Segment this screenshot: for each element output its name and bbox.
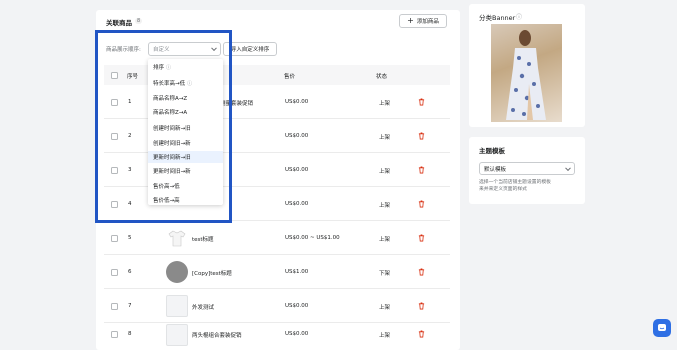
product-status: 上架: [379, 333, 391, 339]
row-index: 7: [128, 303, 132, 309]
dress-photo: [506, 30, 546, 120]
product-name[interactable]: 两头棍组合套装促销: [192, 331, 242, 339]
product-price: US$0.00 ~ US$1.00: [285, 235, 340, 241]
product-name[interactable]: test标题: [192, 235, 214, 243]
delete-icon[interactable]: [418, 302, 425, 310]
table-row: 7 外发测试 US$0.00 上架: [104, 290, 450, 323]
product-status: 上架: [379, 101, 391, 107]
add-product-button[interactable]: + 添加商品: [399, 14, 447, 28]
product-status: 上架: [379, 237, 391, 243]
import-custom-sort-label: 导入自定义排序: [230, 47, 270, 53]
row-index: 5: [128, 235, 132, 241]
delete-icon[interactable]: [418, 234, 425, 242]
annotation-highlight-box: [95, 30, 232, 223]
delete-icon[interactable]: [418, 268, 425, 276]
delete-icon[interactable]: [418, 330, 425, 338]
column-status: 状态: [376, 74, 388, 80]
theme-title: 主题模板: [479, 147, 505, 155]
product-thumbnail: [166, 261, 188, 283]
chat-support-button[interactable]: [653, 319, 671, 337]
table-row: 5 test标题 US$0.00 ~ US$1.00 上架: [104, 222, 450, 255]
theme-select-value: 默认模板: [484, 166, 507, 173]
panel-title: 关联商品: [106, 19, 132, 27]
delete-icon[interactable]: [418, 200, 425, 208]
delete-icon[interactable]: [418, 98, 425, 106]
delete-icon[interactable]: [418, 132, 425, 140]
row-checkbox[interactable]: [111, 235, 118, 242]
product-price: US$0.00: [285, 331, 309, 337]
banner-title: 分类Banner: [479, 14, 516, 22]
table-row: 6 [Copy]test标题 US$1.00 下架: [104, 256, 450, 289]
product-price: US$0.00: [285, 133, 309, 139]
row-checkbox[interactable]: [111, 331, 118, 338]
theme-hint-line2: 来并来定义页面的样式: [479, 187, 527, 192]
banner-image[interactable]: [491, 24, 562, 122]
delete-icon[interactable]: [418, 166, 425, 174]
help-icon: ⓘ: [516, 14, 523, 21]
product-price: US$0.00: [285, 201, 309, 207]
column-price: 售价: [284, 74, 296, 80]
product-price: US$0.00: [285, 99, 309, 105]
product-status: 上架: [379, 169, 391, 175]
row-index: 6: [128, 269, 132, 275]
add-product-label: 添加商品: [416, 19, 439, 25]
product-status: 下架: [379, 271, 391, 277]
product-status: 上架: [379, 135, 391, 141]
chat-icon: [658, 324, 666, 331]
tshirt-thumbnail: [166, 227, 188, 249]
product-price: US$1.00: [285, 269, 309, 275]
product-status: 上架: [379, 305, 391, 311]
product-name[interactable]: 外发测试: [192, 303, 214, 311]
theme-hint-line1: 选择一个当前店铺主题设置的模板: [479, 180, 551, 185]
product-name[interactable]: [Copy]test标题: [192, 269, 232, 277]
theme-template-select[interactable]: 默认模板: [479, 162, 575, 175]
row-checkbox[interactable]: [111, 269, 118, 276]
product-count-badge: 8: [135, 18, 143, 24]
product-status: 上架: [379, 203, 391, 209]
table-row: 8 两头棍组合套装促销 US$0.00 上架: [104, 320, 450, 350]
plus-icon: +: [407, 16, 414, 25]
chevron-down-icon: [565, 164, 571, 171]
image-placeholder-icon: [166, 324, 188, 346]
row-index: 8: [128, 331, 132, 337]
row-checkbox[interactable]: [111, 303, 118, 310]
image-placeholder-icon: [166, 295, 188, 317]
product-price: US$0.00: [285, 167, 309, 173]
product-price: US$0.00: [285, 303, 309, 309]
